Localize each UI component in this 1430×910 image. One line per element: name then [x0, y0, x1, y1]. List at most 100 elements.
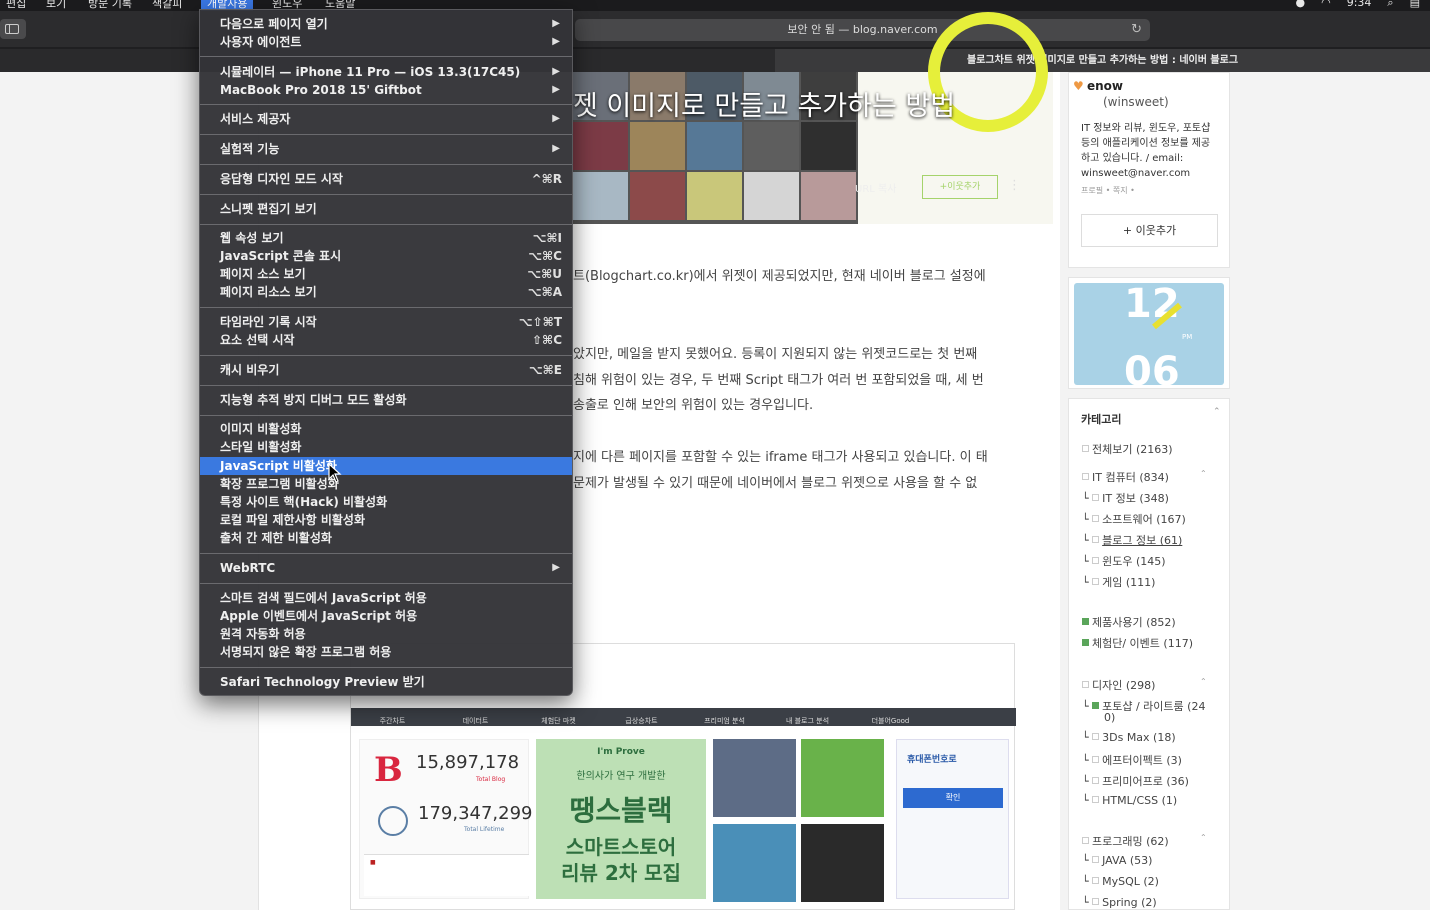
category-checkbox[interactable] [1092, 536, 1100, 543]
menu-item-macbook[interactable]: MacBook Pro 2018 15' Giftbot ▶ [200, 81, 572, 99]
tab-current[interactable]: 블로그차트 위젯 이미지로 만들고 추가하는 방법 : 네이버 블로그 [775, 49, 1430, 72]
category-checkbox[interactable] [1092, 877, 1100, 884]
ad-strip: ■ [364, 854, 529, 896]
category-checkbox[interactable] [1092, 733, 1100, 740]
url-copy-link[interactable]: URL 복사 [855, 180, 896, 195]
collapse-icon[interactable]: ⌃ [1200, 677, 1207, 686]
category-item[interactable]: 프로그래밍 (62) [1082, 833, 1169, 849]
category-item[interactable]: 전체보기 (2163) [1082, 441, 1173, 457]
menu-item-disable-images[interactable]: 이미지 비활성화 [200, 420, 572, 438]
clock-text[interactable]: 9:34 [1347, 0, 1372, 10]
menu-item-disable-cross-origin[interactable]: 출처 간 제한 비활성화 [200, 529, 572, 547]
menu-separator [200, 385, 572, 386]
address-bar[interactable]: 보안 안 됨 — blog.naver.com ↻ [575, 19, 1150, 41]
menu-item-snippet-editor[interactable]: 스니펫 편집기 보기 [200, 200, 572, 218]
category-item[interactable]: └ 포토샵 / 라이트룸 (24 [1082, 698, 1205, 714]
menu-item-user-agent[interactable]: 사용자 에이전트 ▶ [200, 33, 572, 51]
category-checkbox[interactable] [1092, 515, 1100, 522]
menu-item-itp-debug[interactable]: 지능형 추적 방지 디버그 모드 활성화 [200, 391, 572, 409]
category-checkbox[interactable] [1092, 756, 1100, 763]
category-item[interactable]: └ MySQL (2) [1082, 875, 1159, 888]
menu-item-timeline[interactable]: 타임라인 기록 시작 ⌥⇧⌘T [200, 313, 572, 331]
search-icon[interactable]: ⌕ [1387, 0, 1393, 10]
category-item[interactable]: └ HTML/CSS (1) [1082, 794, 1177, 807]
category-checkbox[interactable] [1082, 473, 1089, 480]
category-title[interactable]: 카테고리 [1081, 411, 1121, 427]
category-checkbox[interactable] [1082, 445, 1089, 452]
category-item[interactable]: └ 게임 (111) [1082, 574, 1155, 590]
category-item[interactable]: └ 소프트웨어 (167) [1082, 511, 1186, 527]
category-checkbox[interactable] [1092, 702, 1100, 709]
record-icon[interactable]: ● [1296, 0, 1306, 10]
category-label: 체험단/ 이벤트 (117) [1092, 637, 1193, 650]
more-icon[interactable]: ⋮ [1008, 178, 1021, 193]
menu-item-simulator[interactable]: 시뮬레이터 — iPhone 11 Pro — iOS 13.3(17C45) ▶ [200, 63, 572, 81]
menu-item-disable-styles[interactable]: 스타일 비활성화 [200, 438, 572, 456]
wifi-icon[interactable]: ◠ [1321, 0, 1331, 10]
menu-item-allow-js-apple-events[interactable]: Apple 이벤트에서 JavaScript 허용 [200, 607, 572, 625]
menu-item-disable-site-hacks[interactable]: 특정 사이트 핵(Hack) 비활성화 [200, 493, 572, 511]
sidebar-toggle-button[interactable] [0, 19, 26, 39]
menu-item-disable-javascript[interactable]: JavaScript 비활성화 [200, 457, 572, 475]
category-item[interactable]: └ 프리미어프로 (36) [1082, 773, 1189, 789]
category-item[interactable]: └ IT 정보 (348) [1082, 490, 1169, 506]
category-checkbox[interactable] [1082, 837, 1089, 844]
category-item[interactable]: └ 블로그 정보 (61) [1082, 532, 1182, 548]
blog-logo-icon: B [374, 750, 403, 790]
phone-confirm-button[interactable]: 확인 [903, 788, 1003, 808]
menu-item-webrtc[interactable]: WebRTC ▶ [200, 559, 572, 577]
collapse-icon[interactable]: ⌃ [1200, 469, 1207, 478]
category-checkbox[interactable] [1092, 796, 1100, 803]
menu-item-allow-unsigned-extensions[interactable]: 서명되지 않은 확장 프로그램 허용 [200, 643, 572, 661]
menu-item-label: 웹 속성 보기 [220, 231, 284, 245]
category-checkbox[interactable] [1092, 494, 1100, 501]
menu-item-service-provider[interactable]: 서비스 제공자 ▶ [200, 110, 572, 128]
category-item[interactable]: └ 윈도우 (145) [1082, 553, 1166, 569]
collapse-icon[interactable]: ⌃ [1213, 407, 1221, 417]
category-item[interactable]: └ 3Ds Max (18) [1082, 731, 1176, 744]
category-item[interactable]: 체험단/ 이벤트 (117) [1082, 635, 1193, 651]
menu-item-disable-local-file-restrictions[interactable]: 로컬 파일 제한사항 비활성화 [200, 511, 572, 529]
category-checkbox[interactable] [1092, 578, 1100, 585]
category-checkbox[interactable] [1082, 681, 1089, 688]
category-item[interactable]: IT 컴퓨터 (834) [1082, 469, 1169, 485]
menu-item-empty-cache[interactable]: 캐시 비우기 ⌥⌘E [200, 361, 572, 379]
profile-name[interactable]: enow [1087, 79, 1123, 93]
category-checkbox[interactable] [1092, 777, 1100, 784]
control-center-icon[interactable]: ▤ [1410, 0, 1420, 10]
menu-item-get-tech-preview[interactable]: Safari Technology Preview 받기 [200, 673, 572, 691]
category-item[interactable]: └ 에프터이펙트 (3) [1082, 752, 1182, 768]
menubar-edit[interactable]: 편집 [6, 0, 26, 11]
reload-icon[interactable]: ↻ [1131, 19, 1142, 41]
menu-item-allow-js-smart-search[interactable]: 스마트 검색 필드에서 JavaScript 허용 [200, 589, 572, 607]
profile-links[interactable]: 프로필 • 쪽지 • [1081, 185, 1135, 196]
category-checkbox[interactable] [1092, 557, 1100, 564]
menu-item-open-page-with[interactable]: 다음으로 페이지 열기 ▶ [200, 15, 572, 33]
category-checkbox[interactable] [1082, 639, 1089, 646]
category-item[interactable]: └ JAVA (53) [1082, 854, 1152, 867]
menubar-bookmarks[interactable]: 책갈피 [152, 0, 182, 11]
menubar-history[interactable]: 방문 기록 [88, 0, 132, 11]
menu-item-responsive-design[interactable]: 응답형 디자인 모드 시작 ^⌘R [200, 170, 572, 188]
menu-item-label: 사용자 에이전트 [220, 35, 302, 49]
menu-item-element-select[interactable]: 요소 선택 시작 ⇧⌘C [200, 331, 572, 349]
category-item[interactable]: └ Spring (2) [1082, 896, 1157, 909]
menu-item-experimental[interactable]: 실험적 기능 ▶ [200, 140, 572, 158]
category-item[interactable]: 제품사용기 (852) [1082, 614, 1176, 630]
category-checkbox[interactable] [1092, 856, 1100, 863]
menu-separator [200, 667, 572, 668]
menu-item-page-resources[interactable]: 페이지 리소스 보기 ⌥⌘A [200, 283, 572, 301]
collapse-icon[interactable]: ⌃ [1200, 833, 1207, 842]
menu-item-web-inspector[interactable]: 웹 속성 보기 ⌥⌘I [200, 229, 572, 247]
menu-item-page-source[interactable]: 페이지 소스 보기 ⌥⌘U [200, 265, 572, 283]
category-checkbox[interactable] [1082, 618, 1089, 625]
menu-item-disable-extensions[interactable]: 확장 프로그램 비활성화 [200, 475, 572, 493]
menu-item-js-console[interactable]: JavaScript 콘솔 표시 ⌥⌘C [200, 247, 572, 265]
add-neighbor-sidebar-button[interactable]: + 이웃추가 [1081, 214, 1218, 247]
add-neighbor-button[interactable]: +이웃추가 [922, 175, 998, 199]
post-paragraph: 았지만, 메일을 받지 못했어요. 등록이 지원되지 않는 위젯코드로는 첫 번… [573, 347, 978, 362]
category-item[interactable]: 디자인 (298) [1082, 677, 1155, 693]
menubar-view[interactable]: 보기 [46, 0, 66, 11]
menu-item-allow-remote-automation[interactable]: 원격 자동화 허용 [200, 625, 572, 643]
category-checkbox[interactable] [1092, 898, 1100, 905]
